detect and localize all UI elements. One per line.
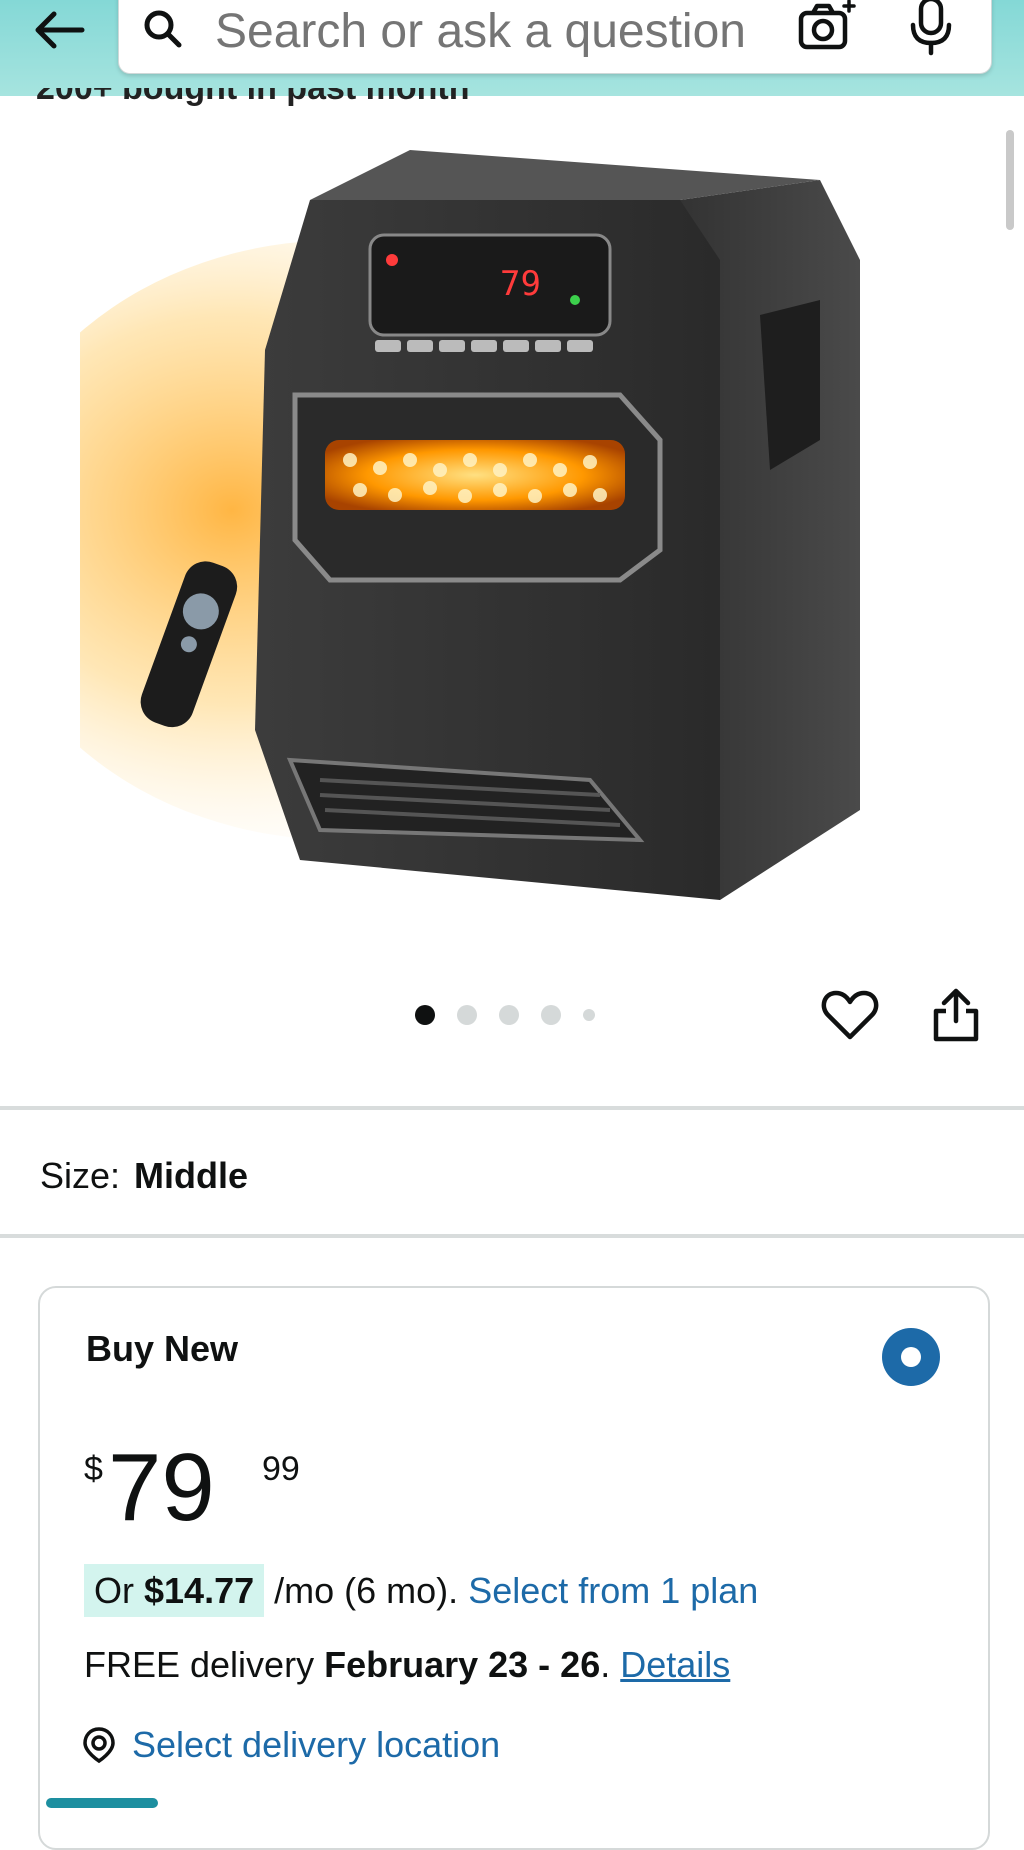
bottom-tab-indicator bbox=[46, 1798, 158, 1808]
installment-term: /mo (6 mo). bbox=[274, 1570, 459, 1611]
carousel-dot-active[interactable] bbox=[415, 1005, 435, 1025]
delivery-line: FREE delivery February 23 - 26. Details bbox=[84, 1644, 730, 1686]
installment-amount: $14.77 bbox=[144, 1570, 255, 1611]
camera-search-button[interactable] bbox=[795, 0, 859, 57]
installment-line: Or $14.77 /mo (6 mo). Select from 1 plan bbox=[84, 1564, 758, 1617]
location-pin-icon bbox=[83, 1727, 115, 1764]
camera-icon bbox=[798, 0, 856, 50]
search-bar[interactable] bbox=[118, 0, 992, 74]
delivery-details-link[interactable]: Details bbox=[620, 1644, 730, 1685]
installment-prefix: Or bbox=[94, 1570, 134, 1611]
add-to-wishlist-button[interactable] bbox=[820, 985, 880, 1045]
buy-new-title: Buy New bbox=[86, 1328, 239, 1369]
top-header bbox=[0, 0, 1024, 96]
buy-new-card[interactable]: Buy New $ 79 99 Or $14.77 /mo (6 mo). Se… bbox=[38, 1286, 990, 1850]
share-button[interactable] bbox=[926, 985, 986, 1045]
search-input[interactable] bbox=[215, 1, 835, 61]
microphone-icon bbox=[910, 0, 952, 56]
search-icon bbox=[141, 7, 185, 51]
size-label: Size: bbox=[40, 1155, 121, 1196]
buy-new-radio[interactable] bbox=[882, 1328, 940, 1386]
section-divider bbox=[0, 1234, 1024, 1238]
back-button[interactable] bbox=[18, 0, 98, 60]
scrollbar[interactable] bbox=[1006, 130, 1014, 230]
product-image[interactable]: 79 bbox=[0, 140, 940, 920]
share-icon bbox=[933, 988, 979, 1042]
price-whole: 79 bbox=[108, 1434, 215, 1541]
price-currency: $ bbox=[84, 1450, 103, 1488]
price-fraction: 99 bbox=[262, 1450, 300, 1488]
carousel-dot[interactable] bbox=[583, 1009, 595, 1021]
installment-highlight: Or $14.77 bbox=[84, 1564, 265, 1617]
delivery-location-link[interactable]: Select delivery location bbox=[132, 1724, 500, 1766]
voice-search-button[interactable] bbox=[903, 0, 959, 57]
carousel-dot[interactable] bbox=[499, 1005, 519, 1025]
carousel-dot[interactable] bbox=[541, 1005, 561, 1025]
carousel-indicator[interactable] bbox=[415, 1005, 595, 1025]
delivery-dates: February 23 - 26 bbox=[324, 1644, 601, 1685]
arrow-left-icon bbox=[35, 11, 85, 49]
heart-icon bbox=[821, 990, 879, 1040]
select-delivery-location[interactable]: Select delivery location bbox=[80, 1724, 500, 1766]
delivery-prefix: FREE delivery bbox=[84, 1644, 315, 1685]
svg-text:79: 79 bbox=[500, 264, 541, 304]
size-value: Middle bbox=[134, 1155, 249, 1196]
size-selector[interactable]: Size: Middle bbox=[40, 1155, 248, 1197]
carousel-dot[interactable] bbox=[457, 1005, 477, 1025]
section-divider bbox=[0, 1106, 1024, 1110]
select-plan-link[interactable]: Select from 1 plan bbox=[468, 1570, 758, 1611]
delivery-period: . bbox=[600, 1644, 611, 1685]
